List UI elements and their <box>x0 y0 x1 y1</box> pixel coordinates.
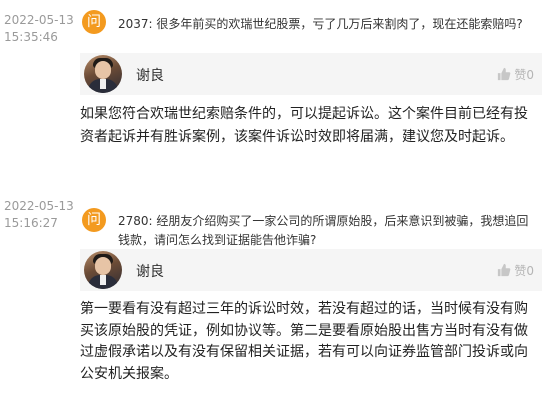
like-button[interactable]: 赞0 <box>497 262 534 279</box>
question-text[interactable]: 2037: 很多年前买的欢瑞世纪股票，亏了几万后来割肉了，现在还能索赔吗? <box>118 15 538 34</box>
avatar[interactable] <box>84 251 122 289</box>
thumbs-up-icon <box>498 67 511 81</box>
date: 2022-05-13 <box>4 199 74 213</box>
time: 15:35:46 <box>4 30 58 44</box>
time: 15:16:27 <box>4 216 58 230</box>
question-label: 2780 <box>118 214 149 228</box>
question-body: 经朋友介绍购买了一家公司的所谓原始股，后来意识到被骗，我想追回钱款，请问怎么找到… <box>118 214 529 247</box>
answer-text: 如果您符合欢瑞世纪索赔条件的，可以提起诉讼。这个案件目前已经有投资者起诉并有胜诉… <box>80 106 528 145</box>
answerer-name[interactable]: 谢良 <box>136 261 164 281</box>
answerer-name[interactable]: 谢良 <box>136 65 164 85</box>
timestamp: 2022-05-13 15:35:46 <box>4 12 78 46</box>
like-count: 赞0 <box>514 264 534 278</box>
date: 2022-05-13 <box>4 13 74 27</box>
question-badge-icon: 问 <box>82 208 106 232</box>
answerer-row: 谢良 赞0 <box>80 249 542 291</box>
timestamp: 2022-05-13 15:16:27 <box>4 198 78 232</box>
question-text[interactable]: 2780: 经朋友介绍购买了一家公司的所谓原始股，后来意识到被骗，我想追回钱款，… <box>118 212 538 250</box>
answer-text: 第一要看有没有超过三年的诉讼时效，若没有超过的话，当时候有没有购买该原始股的凭证… <box>80 301 528 382</box>
like-count: 赞0 <box>514 68 534 82</box>
question-body: 很多年前买的欢瑞世纪股票，亏了几万后来割肉了，现在还能索赔吗? <box>156 17 523 31</box>
answerer-row: 谢良 赞0 <box>80 53 542 95</box>
thumbs-up-icon <box>498 263 511 277</box>
like-button[interactable]: 赞0 <box>497 66 534 83</box>
avatar[interactable] <box>84 55 122 93</box>
question-label: 2037 <box>118 17 149 31</box>
question-badge-icon: 问 <box>82 10 106 34</box>
